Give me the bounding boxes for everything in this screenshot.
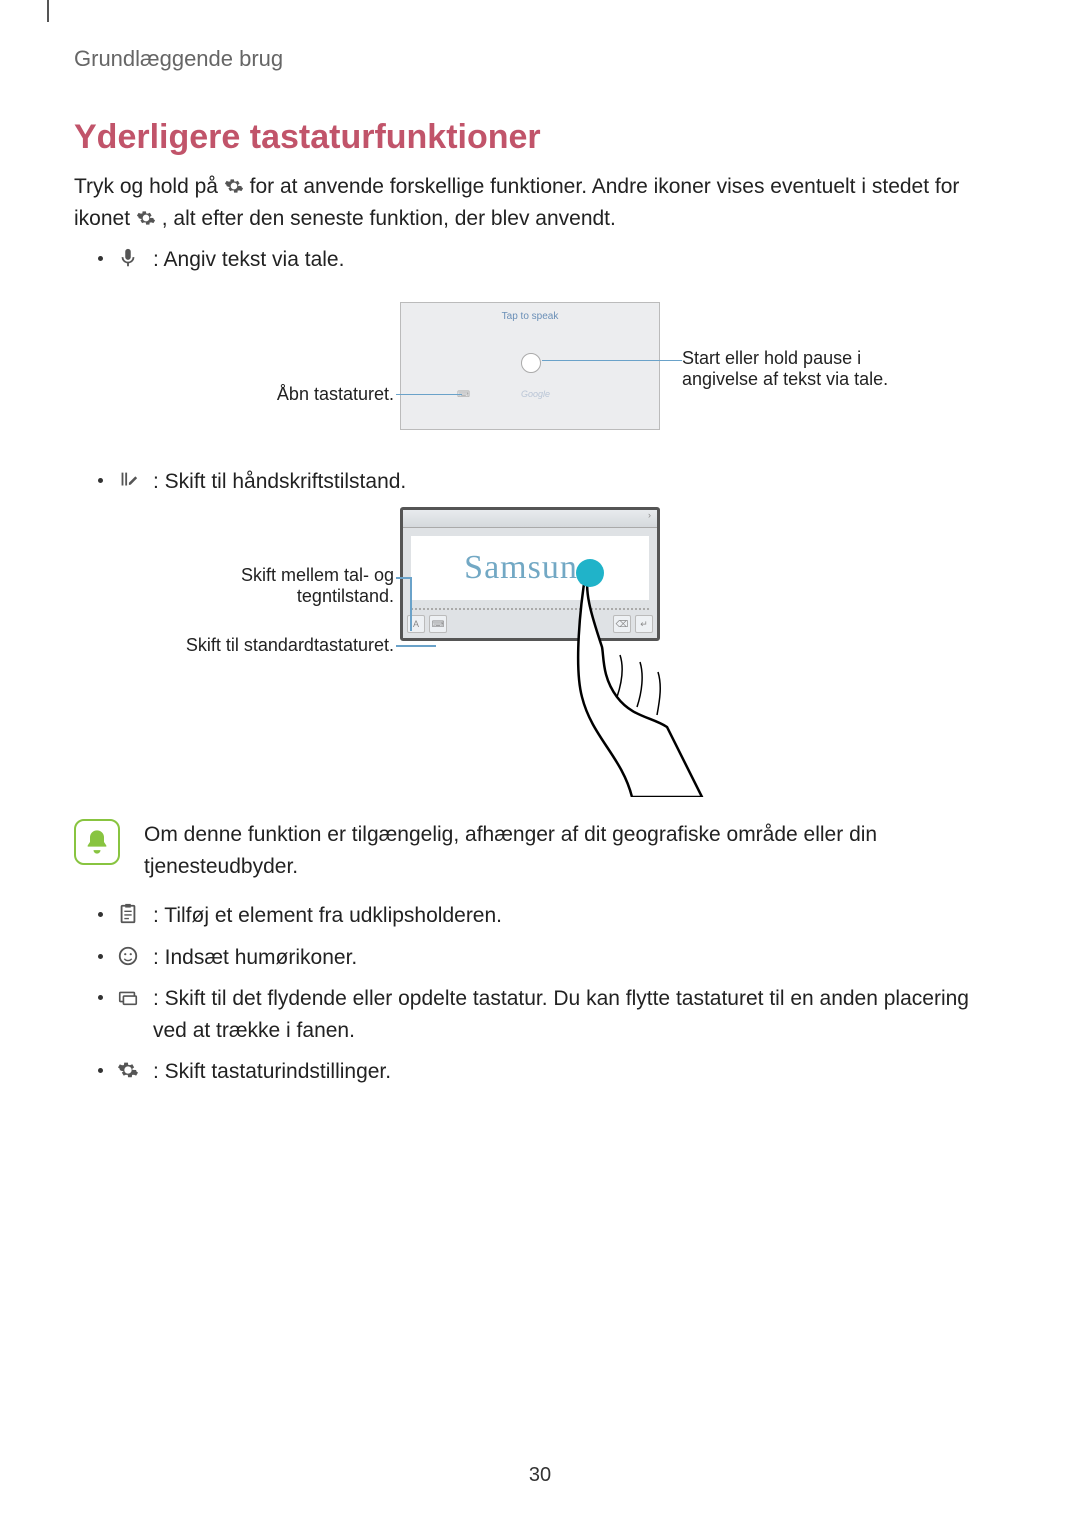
bullet-marker [98,256,103,261]
callout-open-keyboard: Åbn tastaturet. [204,384,394,405]
bullet-voice: : Angiv tekst via tale. [74,244,1006,276]
figure-voice-panel: Tap to speak ⌨ Google Åbn tastaturet. St… [74,300,1006,450]
note-block: Om denne funktion er tilgængelig, afhæng… [74,819,1006,882]
bullet-marker [98,912,103,917]
bullet-floating-keyboard: : Skift til det flydende eller opdelte t… [74,983,1006,1046]
hw-standard-keyboard-icon: ⌨ [429,615,447,633]
callout-line [396,645,436,647]
callout-line [410,577,412,631]
page-number: 30 [0,1464,1080,1487]
note-bell-icon [74,819,120,865]
bullet-emoji: : Indsæt humørikoner. [74,942,1006,974]
intro-text-1: Tryk og hold på [74,175,224,198]
hw-panel-top: › [403,510,657,528]
handwriting-icon [117,469,139,491]
callout-line [542,360,682,362]
callout-line [396,394,462,396]
bullet-settings: : Skift tastaturindstillinger. [74,1056,1006,1088]
callout-line [396,577,410,579]
bullet-marker [98,995,103,1000]
bullet-voice-text: : Angiv tekst via tale. [153,244,1006,276]
bullet-marker [98,1068,103,1073]
hand-pointer-illustration [562,547,712,797]
voice-pause-button [521,353,541,373]
google-label: Google [521,389,550,399]
gear-icon [117,1059,139,1081]
intro-paragraph: Tryk og hold på for at anvende forskelli… [74,171,1006,234]
bullet-clipboard-text: : Tilføj et element fra udklipsholderen. [153,900,1006,932]
callout-voice-pause: Start eller hold pause i angivelse af te… [682,348,932,390]
bullet-handwriting-text: : Skift til håndskriftstilstand. [153,466,1006,498]
page-corner-marker [47,0,49,22]
section-heading: Yderligere tastaturfunktioner [74,118,1006,157]
bullet-marker [98,954,103,959]
gear-icon [224,174,244,194]
voice-panel-ui: Tap to speak ⌨ Google [400,302,660,430]
bullet-handwriting: : Skift til håndskriftstilstand. [74,466,1006,498]
clipboard-icon [117,903,139,925]
bullet-marker [98,478,103,483]
bullet-floating-text: : Skift til det flydende eller opdelte t… [153,983,1006,1046]
breadcrumb: Grundlæggende brug [74,46,1006,72]
gear-icon [136,206,156,226]
emoji-icon [117,945,139,967]
callout-standard-keyboard: Skift til standardtastaturet. [134,635,394,656]
tap-to-speak-label: Tap to speak [401,311,659,322]
bullet-emoji-text: : Indsæt humørikoner. [153,942,1006,974]
figure-handwriting-panel: › Samsung A ⌨ ⌫ ↵ Skift mellem tal- og t… [74,507,1006,797]
bullet-clipboard: : Tilføj et element fra udklipsholderen. [74,900,1006,932]
floating-keyboard-icon [117,986,139,1008]
callout-mode-toggle: Skift mellem tal- og tegntilstand. [164,565,394,607]
intro-text-3: , alt efter den seneste funktion, der bl… [162,207,616,230]
note-text: Om denne funktion er tilgængelig, afhæng… [144,819,1006,882]
microphone-icon [117,247,139,269]
bullet-settings-text: : Skift tastaturindstillinger. [153,1056,1006,1088]
touch-point-icon [576,559,604,587]
